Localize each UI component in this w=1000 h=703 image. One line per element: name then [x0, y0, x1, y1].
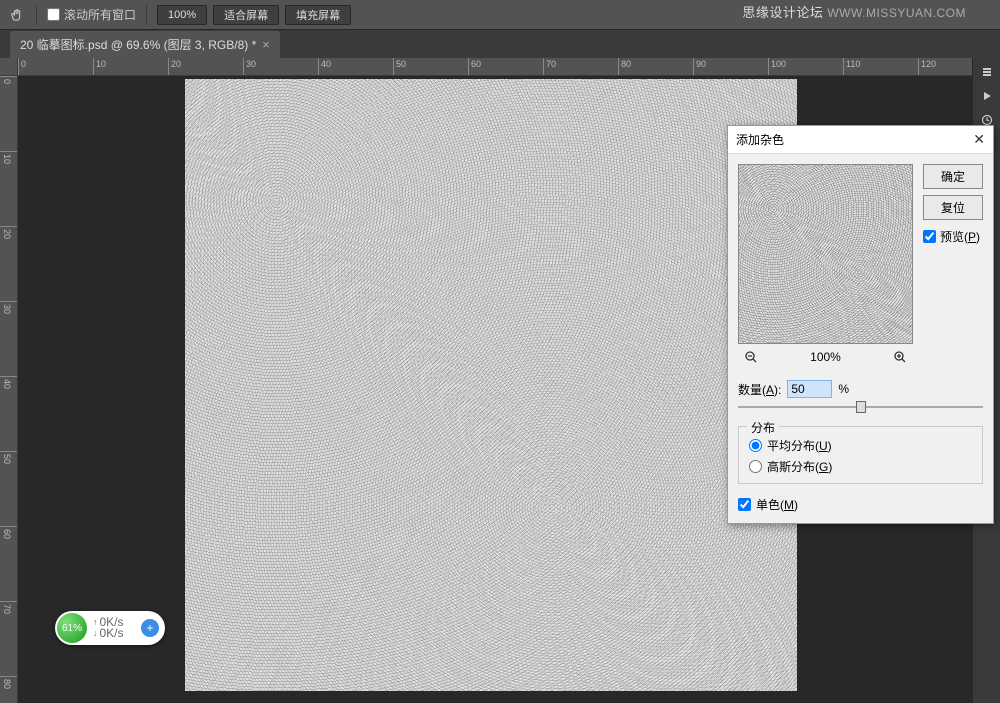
zoom-in-icon[interactable] [893, 350, 907, 364]
play-icon[interactable] [979, 88, 995, 104]
ruler-tick: 90 [693, 58, 694, 75]
slider-thumb[interactable] [856, 401, 866, 413]
ok-button[interactable]: 确定 [923, 164, 983, 189]
preview-checkbox[interactable]: 预览(P) [923, 228, 983, 245]
distribution-title: 分布 [747, 419, 779, 436]
ruler-vertical[interactable]: 0102030405060708090100 [0, 76, 18, 703]
net-usage-ball: 61% [57, 613, 87, 643]
ruler-tick: 0 [0, 76, 17, 77]
amount-label: 数量(A): [738, 381, 781, 398]
divider [36, 5, 37, 25]
expand-panels-icon[interactable] [979, 64, 995, 80]
canvas-noise-preview [185, 79, 797, 691]
net-stats: ↑0K/s ↓0K/s [93, 617, 124, 639]
arrow-down-icon: ↓ [93, 628, 98, 639]
hand-tool-icon[interactable] [8, 6, 26, 24]
ruler-corner [0, 58, 18, 76]
distribution-group: 分布 平均分布(U) 高斯分布(G) [738, 426, 983, 484]
divider [146, 5, 147, 25]
distribution-gaussian-radio[interactable]: 高斯分布(G) [749, 456, 972, 477]
ruler-tick: 60 [0, 526, 17, 527]
ruler-horizontal[interactable]: 0 10 20 30 40 50 60 70 80 90 100 110 120 [18, 58, 972, 76]
zoom-out-icon[interactable] [744, 350, 758, 364]
amount-slider[interactable] [738, 400, 983, 414]
monochromatic-checkbox[interactable]: 单色(M) [728, 492, 993, 523]
ruler-tick: 100 [768, 58, 769, 75]
close-tab-icon[interactable]: × [262, 37, 270, 52]
ruler-tick: 10 [93, 58, 94, 75]
ruler-tick: 30 [243, 58, 244, 75]
amount-input[interactable] [787, 380, 832, 398]
arrow-up-icon: ↑ [93, 617, 98, 628]
add-noise-dialog: 添加杂色 ✕ 100% 确定 复位 预览(P) 数量(A): % [727, 125, 994, 524]
scroll-all-windows-checkbox[interactable]: 滚动所有窗口 [47, 6, 136, 23]
ruler-tick: 50 [0, 451, 17, 452]
fit-screen-button[interactable]: 适合屏幕 [213, 5, 279, 25]
amount-unit: % [838, 382, 849, 396]
reset-button[interactable]: 复位 [923, 195, 983, 220]
dialog-close-icon[interactable]: ✕ [973, 131, 985, 148]
net-expand-button[interactable]: + [141, 619, 159, 637]
ruler-tick: 80 [618, 58, 619, 75]
ruler-tick: 20 [168, 58, 169, 75]
ruler-tick: 120 [918, 58, 919, 75]
ruler-tick: 70 [0, 601, 17, 602]
ruler-tick: 60 [468, 58, 469, 75]
ruler-tick: 80 [0, 676, 17, 677]
scroll-all-windows-label: 滚动所有窗口 [64, 6, 136, 23]
dialog-titlebar[interactable]: 添加杂色 ✕ [728, 126, 993, 154]
dialog-title: 添加杂色 [736, 131, 784, 148]
watermark: 思缘设计论坛WWW.MISSYUAN.COM [742, 2, 966, 21]
ruler-tick: 110 [843, 58, 844, 75]
ruler-tick: 30 [0, 301, 17, 302]
ruler-tick: 0 [18, 58, 19, 75]
document-tab-bar: 20 临摹图标.psd @ 69.6% (图层 3, RGB/8) * × [0, 30, 1000, 58]
preview-zoom-value: 100% [810, 350, 841, 364]
distribution-uniform-radio[interactable]: 平均分布(U) [749, 435, 972, 456]
ruler-tick: 40 [0, 376, 17, 377]
noise-preview[interactable] [738, 164, 913, 344]
ruler-tick: 10 [0, 151, 17, 152]
zoom-level-button[interactable]: 100% [157, 5, 207, 25]
ruler-tick: 50 [393, 58, 394, 75]
ruler-tick: 20 [0, 226, 17, 227]
fill-screen-button[interactable]: 填充屏幕 [285, 5, 351, 25]
document-tab-title: 20 临摹图标.psd @ 69.6% (图层 3, RGB/8) * [20, 36, 256, 53]
document-tab[interactable]: 20 临摹图标.psd @ 69.6% (图层 3, RGB/8) * × [10, 31, 280, 58]
ruler-tick: 40 [318, 58, 319, 75]
ruler-tick: 70 [543, 58, 544, 75]
network-monitor-widget[interactable]: 61% ↑0K/s ↓0K/s + [55, 611, 165, 645]
